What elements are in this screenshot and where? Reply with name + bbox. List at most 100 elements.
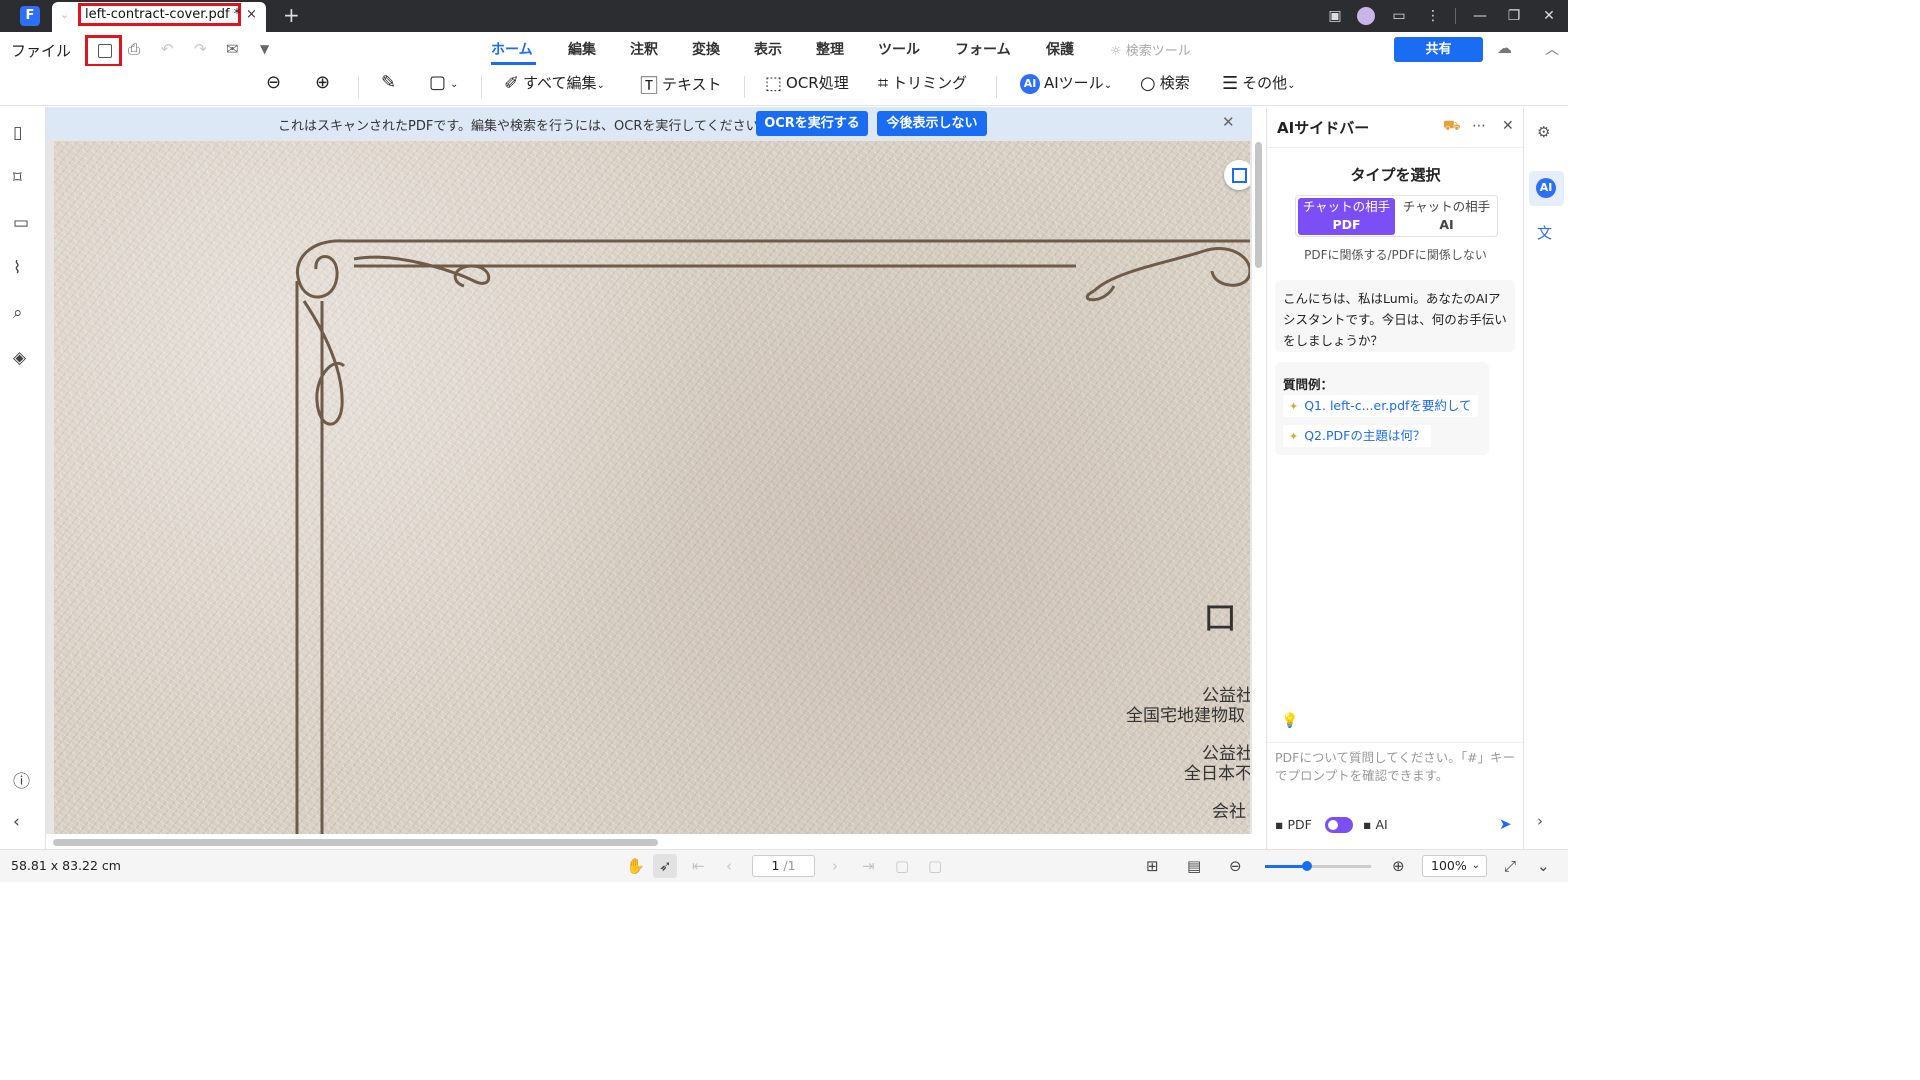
ai-icon: AI (1020, 73, 1040, 94)
minimize-icon[interactable]: — (1471, 0, 1489, 32)
shape-button[interactable]: ▢ ⌄ (429, 72, 458, 93)
reading-mode-icon[interactable]: ▤ (1187, 857, 1201, 875)
ai-chat-input[interactable]: PDFについて質問してください。「#」キーでプロンプトを確認できます。 (1275, 749, 1515, 785)
comment-icon[interactable]: ▭ (13, 213, 29, 233)
more-button[interactable]: ☰ その他⌄ (1222, 72, 1296, 94)
notification-icon[interactable]: ▣ (1326, 0, 1344, 32)
example-question[interactable]: ✦ Q2.PDFの主題は何？ (1283, 425, 1432, 447)
zoom-out-icon[interactable]: ⊖ (1229, 857, 1242, 875)
document-viewport[interactable]: ロ 公益社 全国宅地建物取 公益社 全日本不 会社 (46, 139, 1252, 834)
tab-tools[interactable]: ツール (878, 39, 920, 59)
new-tab-button[interactable]: + (283, 3, 300, 27)
tab-convert[interactable]: 変換 (692, 39, 720, 59)
search-icon[interactable]: ⌕ (13, 303, 23, 323)
document-tab-name[interactable]: left-contract-cover.pdf * (78, 3, 241, 26)
last-page-icon[interactable]: ⇥ (862, 857, 875, 875)
hand-tool-icon[interactable]: ✋ (626, 857, 645, 875)
chat-with-pdf-option[interactable]: チャットの相手 PDF (1298, 198, 1395, 235)
tab-annotate[interactable]: 注釈 (630, 39, 658, 59)
more-options-icon[interactable]: ⋯ (1472, 118, 1486, 134)
home-toolbar: ⊖ ⊕ ✎ ▢ ⌄ ✐ すべて編集⌄ 🅃 テキスト ⬚ OCR処理 ⌗ トリミング AI A… (0, 66, 1568, 106)
email-icon[interactable]: ✉ (226, 40, 239, 58)
page-thumbnail-icon[interactable]: ▯ (13, 123, 22, 143)
ai-tools-button[interactable]: AI AIツール⌄ (1020, 72, 1112, 94)
save-button[interactable] (85, 35, 122, 67)
share-button[interactable]: 共有 (1394, 37, 1483, 62)
pdf-ai-toggle[interactable] (1325, 817, 1353, 833)
undo-icon[interactable]: ↶ (161, 40, 174, 58)
cloud-upload-icon[interactable]: ☁ (1497, 39, 1512, 57)
bookmark-icon[interactable]: ⌑ (13, 168, 22, 188)
tab-forms[interactable]: フォーム (955, 39, 1011, 59)
tab-view[interactable]: 表示 (754, 39, 782, 59)
properties-sliders-icon[interactable]: ⚙ (1537, 123, 1550, 141)
ai-icon: AI (1536, 178, 1556, 198)
chat-with-ai-option[interactable]: チャットの相手 AI (1398, 198, 1495, 235)
collapse-ribbon-icon[interactable]: ︿ (1545, 39, 1559, 59)
feedback-icon[interactable]: ▭ (1390, 0, 1408, 32)
horizontal-scrollbar[interactable] (53, 839, 658, 846)
zoom-in-icon[interactable]: ⊕ (1392, 857, 1405, 875)
tab-edit[interactable]: 編集 (568, 39, 596, 59)
zoom-slider-knob[interactable] (1302, 861, 1313, 871)
save-icon (98, 44, 112, 58)
cart-icon[interactable]: ⛟ (1443, 118, 1461, 136)
expand-rail-icon[interactable]: › (1537, 812, 1543, 830)
fit-width-icon[interactable]: ▢ (895, 857, 909, 875)
prompt-tips-icon[interactable]: 💡 (1281, 713, 1298, 729)
chevron-down-icon: ⌄ (596, 80, 605, 91)
next-page-icon[interactable]: › (832, 857, 838, 875)
redo-icon[interactable]: ↷ (194, 40, 207, 58)
ocr-button[interactable]: ⬚ OCR処理 (765, 72, 849, 94)
run-ocr-button[interactable]: OCRを実行する (756, 111, 868, 136)
ai-sidebar-toggle[interactable]: AI (1529, 171, 1564, 206)
close-banner-icon[interactable]: ✕ (1222, 113, 1235, 131)
print-icon[interactable]: ⎙ (128, 40, 140, 58)
close-tab-icon[interactable]: × (246, 7, 257, 22)
tab-home[interactable]: ホーム (491, 39, 533, 59)
fit-page-icon[interactable]: ▢ (928, 857, 942, 875)
attachment-icon[interactable]: ⌇ (13, 258, 21, 278)
dont-show-again-button[interactable]: 今後表示しない (877, 111, 987, 136)
first-page-icon[interactable]: ⇤ (692, 857, 705, 875)
avatar[interactable] (1357, 7, 1375, 25)
more-menu-icon[interactable]: ⋮ (1424, 0, 1442, 32)
page-number-input[interactable]: 1 /1 (752, 855, 815, 877)
example-question[interactable]: ✦ Q1. left-c...er.pdfを要約して (1283, 395, 1478, 417)
menu-lines-icon: ☰ (1222, 73, 1239, 94)
pdf-mode-label: ▪ PDF (1275, 817, 1312, 832)
fullscreen-icon[interactable]: ⤢ (1504, 857, 1516, 875)
bulb-icon: ☼ (1110, 44, 1126, 59)
scroll-down-icon[interactable]: ⌄ (1537, 857, 1550, 875)
edit-all-button[interactable]: ✐ すべて編集⌄ (504, 72, 605, 94)
customize-dropdown-icon[interactable]: ▼ (260, 42, 269, 56)
zoom-slider[interactable] (1265, 861, 1371, 871)
collapse-sidebar-icon[interactable]: ‹ (13, 812, 20, 832)
translate-icon[interactable]: 文 (1537, 222, 1552, 243)
search-tools[interactable]: ☼ 検索ツール (1110, 40, 1191, 59)
page-text-line: 会社 (1212, 802, 1246, 822)
file-menu[interactable]: ファイル (11, 40, 71, 61)
more-label: その他 (1242, 74, 1288, 92)
restore-icon[interactable]: ❐ (1505, 0, 1523, 32)
fit-page-icon[interactable] (1224, 160, 1250, 190)
search-button[interactable]: ○ 検索 (1140, 72, 1190, 94)
text-button[interactable]: 🅃 テキスト (640, 72, 722, 98)
zoom-in-button[interactable]: ⊕ (315, 72, 334, 93)
trim-button[interactable]: ⌗ トリミング (878, 72, 967, 94)
layers-icon[interactable]: ◈ (13, 348, 26, 368)
tab-protect[interactable]: 保護 (1046, 39, 1074, 59)
page-layout-icon[interactable]: ⊞ (1146, 857, 1159, 875)
highlight-button[interactable]: ✎ (381, 72, 400, 93)
previous-page-icon[interactable]: ‹ (726, 857, 732, 875)
window-close-icon[interactable]: ✕ (1540, 0, 1558, 32)
help-icon[interactable]: ⓘ (13, 767, 30, 792)
vertical-scrollbar[interactable] (1255, 142, 1262, 268)
tab-organize[interactable]: 整理 (816, 39, 844, 59)
close-icon[interactable]: ✕ (1502, 118, 1514, 134)
tab-list-chevron-icon[interactable]: ⌄ (60, 8, 69, 21)
send-icon[interactable]: ➤ (1499, 815, 1512, 833)
zoom-out-button[interactable]: ⊖ (266, 72, 285, 93)
zoom-level-select[interactable]: 100% ⌄ (1422, 855, 1487, 877)
type-select-heading: タイプを選択 (1350, 166, 1441, 184)
